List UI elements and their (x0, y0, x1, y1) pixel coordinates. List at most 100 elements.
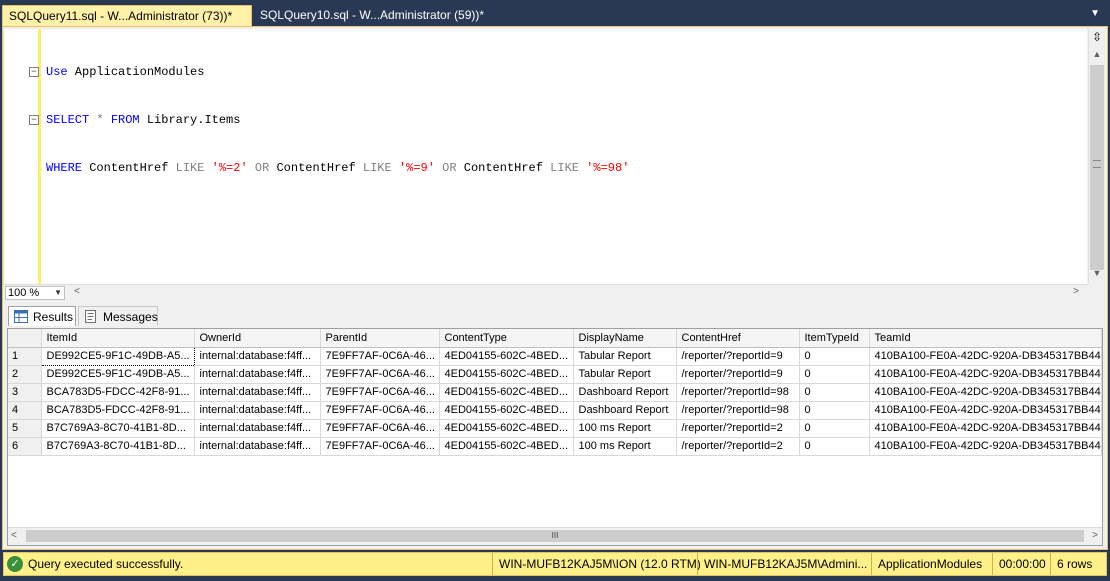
table-row[interactable]: 1 DE992CE5-9F1C-49DB-A5... internal:data… (8, 346, 1102, 366)
table-cell[interactable]: internal:database:f4ff... (194, 437, 321, 456)
table-cell[interactable]: 4ED04155-602C-4BED... (439, 383, 574, 402)
tab-list-dropdown-icon[interactable]: ▼ (1090, 8, 1100, 19)
table-cell[interactable]: 0 (799, 383, 870, 402)
table-cell[interactable]: 7E9FF7AF-0C6A-46... (320, 437, 440, 456)
table-cell[interactable]: Dashboard Report (573, 401, 677, 420)
column-header[interactable]: DisplayName (573, 329, 677, 348)
table-cell[interactable]: /reporter/?reportId=98 (676, 401, 800, 420)
tab-messages[interactable]: Messages (78, 306, 158, 326)
corner-cell[interactable] (8, 329, 42, 348)
table-cell[interactable]: 4ED04155-602C-4BED... (439, 347, 574, 366)
column-header[interactable]: ItemTypeId (799, 329, 870, 348)
table-cell[interactable]: 100 ms Report (573, 419, 677, 438)
table-cell[interactable]: 0 (799, 401, 870, 420)
table-cell[interactable]: 7E9FF7AF-0C6A-46... (320, 365, 440, 384)
table-cell[interactable]: 410BA100-FE0A-42DC-920A-DB345317BB44 (869, 365, 1102, 384)
column-header[interactable]: OwnerId (194, 329, 321, 348)
row-number[interactable]: 5 (8, 419, 42, 438)
table-cell[interactable]: 7E9FF7AF-0C6A-46... (320, 383, 440, 402)
scroll-left-icon[interactable]: < (11, 530, 17, 541)
table-cell[interactable]: 410BA100-FE0A-42DC-920A-DB345317BB44 (869, 401, 1102, 420)
table-cell[interactable]: internal:database:f4ff... (194, 401, 321, 420)
table-cell[interactable]: 0 (799, 437, 870, 456)
chevron-down-icon: ▼ (54, 288, 62, 297)
table-cell[interactable]: /reporter/?reportId=2 (676, 437, 800, 456)
scroll-thumb[interactable]: III (26, 530, 1084, 542)
table-cell[interactable]: /reporter/?reportId=9 (676, 365, 800, 384)
row-number[interactable]: 2 (8, 365, 42, 384)
tab-sqlquery11[interactable]: SQLQuery11.sql - W...Administrator (73))… (2, 5, 252, 26)
table-cell[interactable]: DE992CE5-9F1C-49DB-A5... (41, 365, 195, 384)
row-number[interactable]: 4 (8, 401, 42, 420)
column-header[interactable]: TeamId (869, 329, 1102, 348)
tab-results[interactable]: Results (8, 306, 76, 326)
table-cell[interactable]: /reporter/?reportId=2 (676, 419, 800, 438)
table-row[interactable]: 2 DE992CE5-9F1C-49DB-A5... internal:data… (8, 365, 1102, 384)
table-cell[interactable]: B7C769A3-8C70-41B1-8D... (41, 419, 195, 438)
column-header[interactable]: ItemId (41, 329, 195, 348)
table-cell[interactable]: 7E9FF7AF-0C6A-46... (320, 347, 440, 366)
table-cell[interactable]: Tabular Report (573, 347, 677, 366)
table-cell[interactable]: 0 (799, 419, 870, 438)
table-cell[interactable]: internal:database:f4ff... (194, 383, 321, 402)
table-cell[interactable]: 7E9FF7AF-0C6A-46... (320, 419, 440, 438)
table-cell[interactable]: 100 ms Report (573, 437, 677, 456)
table-cell[interactable]: BCA783D5-FDCC-42F8-91... (41, 383, 195, 402)
table-row[interactable]: 5 B7C769A3-8C70-41B1-8D... internal:data… (8, 419, 1102, 438)
table-row[interactable]: 4 BCA783D5-FDCC-42F8-91... internal:data… (8, 401, 1102, 420)
tab-sqlquery10[interactable]: SQLQuery10.sql - W...Administrator (59))… (254, 5, 484, 26)
table-cell[interactable]: internal:database:f4ff... (194, 347, 321, 366)
table-row[interactable]: 6 B7C769A3-8C70-41B1-8D... internal:data… (8, 437, 1102, 456)
table-cell[interactable]: 410BA100-FE0A-42DC-920A-DB345317BB44 (869, 347, 1102, 366)
editor-vertical-scrollbar[interactable]: ⇳ ▲ ▼ (1088, 29, 1105, 284)
table-cell[interactable]: Dashboard Report (573, 383, 677, 402)
scroll-right-icon[interactable]: > (1070, 286, 1082, 300)
table-cell[interactable]: /reporter/?reportId=98 (676, 383, 800, 402)
results-grid[interactable]: ItemId OwnerId ParentId ContentType Disp… (7, 328, 1103, 546)
table-cell[interactable]: DE992CE5-9F1C-49DB-A5... (40, 346, 195, 366)
header-row: ItemId OwnerId ParentId ContentType Disp… (8, 329, 1102, 348)
table-cell[interactable]: 4ED04155-602C-4BED... (439, 437, 574, 456)
scroll-up-icon[interactable]: ▲ (1089, 49, 1105, 63)
table-cell[interactable]: 410BA100-FE0A-42DC-920A-DB345317BB44 (869, 419, 1102, 438)
sql-code[interactable]: − Use ApplicationModules − SELECT * FROM L… (29, 32, 629, 208)
table-cell[interactable]: B7C769A3-8C70-41B1-8D... (41, 437, 195, 456)
table-cell[interactable]: 0 (799, 365, 870, 384)
collapse-icon[interactable]: − (29, 115, 39, 125)
grid-horizontal-scrollbar[interactable]: < III > (8, 527, 1102, 545)
table-cell[interactable]: Tabular Report (573, 365, 677, 384)
code-line-1: − Use ApplicationModules (29, 64, 629, 80)
scroll-left-icon[interactable]: < (71, 286, 83, 300)
scroll-down-icon[interactable]: ▼ (1089, 268, 1105, 282)
table-cell[interactable]: 7E9FF7AF-0C6A-46... (320, 401, 440, 420)
table-row[interactable]: 3 BCA783D5-FDCC-42F8-91... internal:data… (8, 383, 1102, 402)
row-number[interactable]: 6 (8, 437, 42, 456)
zoom-select[interactable]: 100 % ▼ (5, 286, 65, 300)
table-cell[interactable]: /reporter/?reportId=9 (676, 347, 800, 366)
status-server: WIN-MUFB12KAJ5M\ION (12.0 RTM) (492, 553, 701, 575)
table-cell[interactable]: internal:database:f4ff... (194, 365, 321, 384)
table-cell[interactable]: BCA783D5-FDCC-42F8-91... (41, 401, 195, 420)
row-number[interactable]: 1 (8, 347, 42, 366)
column-header[interactable]: ParentId (320, 329, 440, 348)
query-editor[interactable]: − Use ApplicationModules − SELECT * FROM L… (3, 29, 1087, 284)
table-cell[interactable]: 410BA100-FE0A-42DC-920A-DB345317BB44 (869, 437, 1102, 456)
table-cell[interactable]: 0 (799, 347, 870, 366)
messages-icon (85, 310, 96, 323)
status-message: Query executed successfully. (28, 557, 184, 571)
split-icon[interactable]: ⇳ (1089, 29, 1105, 45)
table-cell[interactable]: internal:database:f4ff... (194, 419, 321, 438)
column-header[interactable]: ContentHref (676, 329, 800, 348)
status-user: WIN-MUFB12KAJ5M\Admini... (697, 553, 870, 575)
table-cell[interactable]: 4ED04155-602C-4BED... (439, 365, 574, 384)
results-table: ItemId OwnerId ParentId ContentType Disp… (8, 329, 1102, 456)
table-cell[interactable]: 4ED04155-602C-4BED... (439, 401, 574, 420)
editor-zoom-bar: 100 % ▼ < > (3, 284, 1088, 301)
collapse-icon[interactable]: − (29, 67, 39, 77)
column-header[interactable]: ContentType (439, 329, 574, 348)
scroll-right-icon[interactable]: > (1092, 530, 1098, 541)
row-number[interactable]: 3 (8, 383, 42, 402)
table-cell[interactable]: 4ED04155-602C-4BED... (439, 419, 574, 438)
scroll-thumb[interactable] (1090, 65, 1104, 270)
table-cell[interactable]: 410BA100-FE0A-42DC-920A-DB345317BB44 (869, 383, 1102, 402)
